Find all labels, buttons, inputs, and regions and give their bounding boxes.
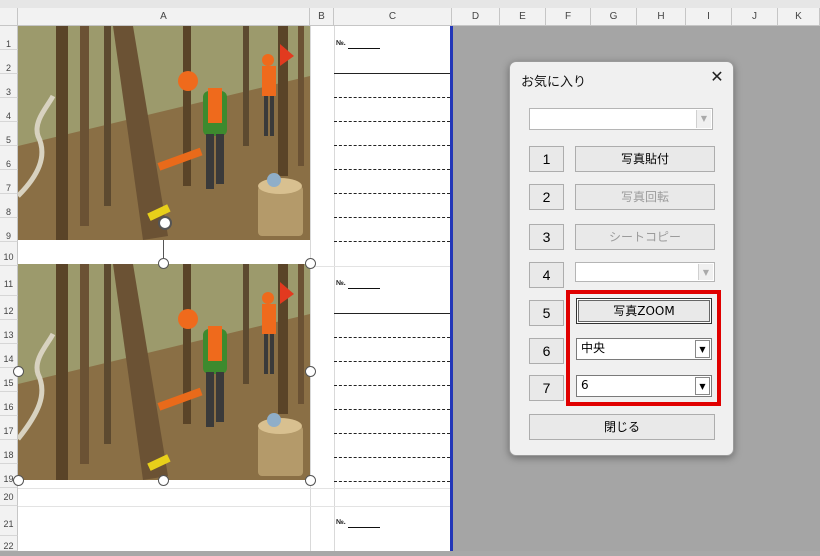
resize-handle[interactable]	[305, 366, 316, 377]
column-header-j[interactable]: J	[732, 8, 778, 26]
number-label: №.	[336, 40, 346, 47]
grid-line	[18, 506, 452, 507]
column-header-c[interactable]: C	[334, 8, 452, 26]
row-header-6[interactable]: 6	[0, 146, 18, 170]
row-header-18[interactable]: 18	[0, 440, 18, 464]
forest-scene	[18, 26, 310, 240]
rotate-handle[interactable]	[158, 216, 172, 230]
number-label: №.	[336, 280, 346, 287]
number-button-5[interactable]: 5	[529, 300, 564, 326]
grid-line	[334, 26, 335, 551]
number-underline	[348, 48, 380, 49]
number-button-2[interactable]: 2	[529, 184, 564, 210]
row-header-7[interactable]: 7	[0, 170, 18, 194]
column-header-g[interactable]: G	[591, 8, 637, 26]
column-header-h[interactable]: H	[637, 8, 686, 26]
toolbar-strip	[0, 0, 820, 8]
favorites-combo[interactable]: ▼	[529, 108, 713, 130]
form-line	[334, 145, 450, 146]
forestry-photo-2[interactable]	[18, 264, 310, 480]
column-header-e[interactable]: E	[500, 8, 546, 26]
chevron-down-icon[interactable]: ▼	[696, 110, 711, 128]
number-button-6[interactable]: 6	[529, 338, 564, 364]
row-header-20[interactable]: 20	[0, 488, 18, 506]
highlight-box	[566, 290, 721, 406]
row-header-1[interactable]: 1	[0, 26, 18, 50]
form-line	[334, 337, 450, 338]
number-button-1[interactable]: 1	[529, 146, 564, 172]
resize-handle[interactable]	[305, 258, 316, 269]
form-line	[334, 481, 450, 482]
row-header-9[interactable]: 9	[0, 218, 18, 242]
form-line	[334, 313, 450, 314]
form-line	[334, 73, 450, 74]
forestry-photo-1[interactable]	[18, 26, 310, 240]
row-header-22[interactable]: 22	[0, 536, 18, 551]
forest-scene	[18, 264, 310, 480]
number-underline	[348, 527, 380, 528]
sheet-copy-button[interactable]: シートコピー	[575, 224, 715, 250]
resize-handle[interactable]	[305, 475, 316, 486]
number-button-4[interactable]: 4	[529, 262, 564, 288]
resize-handle[interactable]	[158, 475, 169, 486]
grid-line	[18, 488, 452, 489]
chevron-down-icon[interactable]: ▼	[698, 264, 713, 280]
form-line	[334, 97, 450, 98]
form-line	[334, 433, 450, 434]
row-header-17[interactable]: 17	[0, 416, 18, 440]
form-line	[334, 121, 450, 122]
form-line	[334, 385, 450, 386]
row-header-13[interactable]: 13	[0, 320, 18, 344]
form-line	[334, 217, 450, 218]
row-header-10[interactable]: 10	[0, 242, 18, 266]
row-header-4[interactable]: 4	[0, 98, 18, 122]
row-header-11[interactable]: 11	[0, 266, 18, 296]
row-header-3[interactable]: 3	[0, 74, 18, 98]
dialog-title: お気に入り	[521, 75, 587, 90]
column-header-d[interactable]: D	[452, 8, 500, 26]
form-line	[334, 169, 450, 170]
grid-line	[310, 26, 311, 551]
rotate-photo-button[interactable]: 写真回転	[575, 184, 715, 210]
number-underline	[348, 288, 380, 289]
number-button-3[interactable]: 3	[529, 224, 564, 250]
number-label: №.	[336, 519, 346, 526]
column-header-k[interactable]: K	[778, 8, 820, 26]
close-button[interactable]: 閉じる	[529, 414, 715, 440]
row-header-8[interactable]: 8	[0, 194, 18, 218]
option-combo-4[interactable]: ▼	[575, 262, 715, 282]
column-header-f[interactable]: F	[546, 8, 591, 26]
form-line	[334, 361, 450, 362]
row-header-5[interactable]: 5	[0, 122, 18, 146]
form-line	[334, 457, 450, 458]
resize-handle[interactable]	[13, 366, 24, 377]
row-header-21[interactable]: 21	[0, 506, 18, 536]
column-header-b[interactable]: B	[310, 8, 334, 26]
number-button-7[interactable]: 7	[529, 375, 564, 401]
resize-handle[interactable]	[13, 475, 24, 486]
form-line	[334, 409, 450, 410]
resize-handle[interactable]	[158, 258, 169, 269]
page-break-line	[450, 26, 453, 551]
select-all-corner[interactable]	[0, 8, 18, 26]
paste-photo-button[interactable]: 写真貼付	[575, 146, 715, 172]
form-line	[334, 241, 450, 242]
row-header-14[interactable]: 14	[0, 344, 18, 368]
row-header-12[interactable]: 12	[0, 296, 18, 320]
row-header-16[interactable]: 16	[0, 392, 18, 416]
rotate-connector	[163, 240, 164, 258]
row-header-2[interactable]: 2	[0, 50, 18, 74]
close-icon[interactable]: ✕	[708, 68, 726, 86]
column-header-i[interactable]: I	[686, 8, 732, 26]
column-header-a[interactable]: A	[18, 8, 310, 26]
form-line	[334, 193, 450, 194]
